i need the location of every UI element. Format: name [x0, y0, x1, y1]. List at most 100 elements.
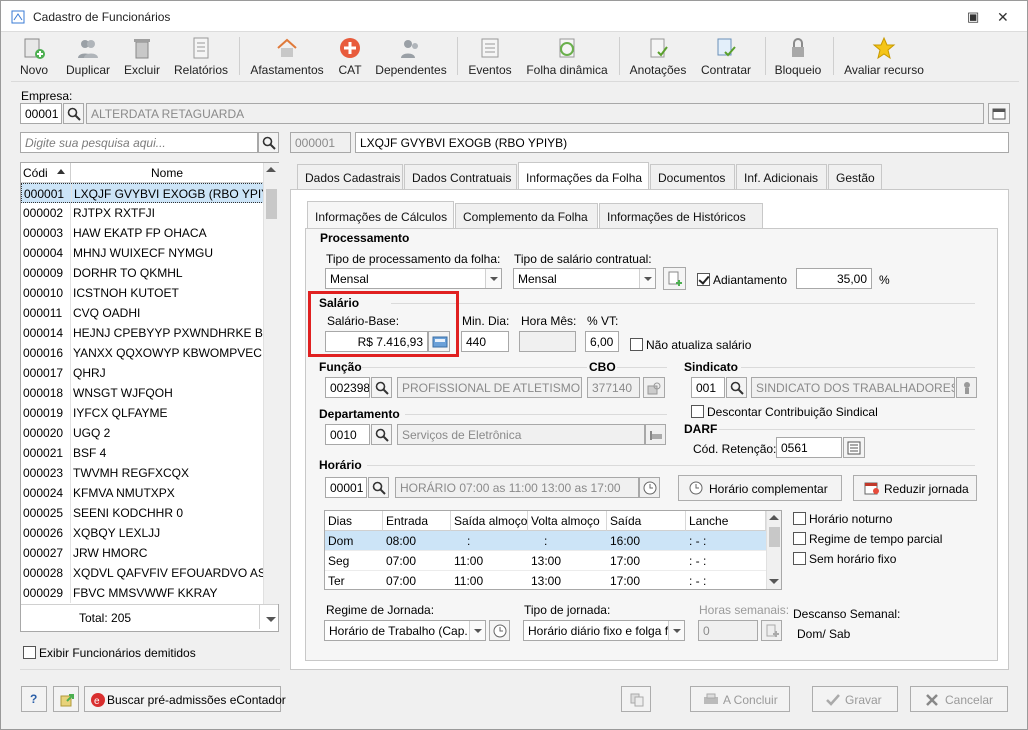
scroll-thumb[interactable]: [769, 527, 780, 547]
list-item[interactable]: 000016 YANXX QQXOWYP KBWOMPVEC A: [21, 343, 264, 363]
tipo-jornada-select[interactable]: Horário diário fixo e folga f: [523, 620, 685, 641]
grid-cell-entrada[interactable]: 07:00: [383, 571, 451, 589]
sindicato-code-input[interactable]: 001: [691, 377, 725, 398]
export-button[interactable]: [53, 686, 79, 712]
grid-cell-volta-almoco[interactable]: :: [528, 531, 607, 551]
tab-gestao[interactable]: Gestão: [828, 164, 882, 189]
vt-input[interactable]: 6,00: [585, 331, 619, 352]
eventos-button[interactable]: Eventos: [465, 33, 515, 79]
chevron-down-icon[interactable]: [469, 621, 485, 640]
grid-cell-saida[interactable]: 17:00: [607, 571, 686, 589]
grid-cell-dia[interactable]: Ter: [325, 571, 383, 589]
cat-button[interactable]: CAT: [333, 33, 367, 79]
column-name-header[interactable]: Nome: [151, 166, 183, 180]
tab-inf-adicionais[interactable]: Inf. Adicionais: [736, 164, 827, 189]
duplicar-button[interactable]: Duplicar: [63, 33, 113, 79]
list-item[interactable]: 000027 JRW HMORC: [21, 543, 264, 563]
cod-retencao-input[interactable]: 0561: [776, 437, 842, 458]
afastamentos-button[interactable]: Afastamentos: [247, 33, 327, 79]
regime-jornada-select[interactable]: Horário de Trabalho (Cap.: [324, 620, 486, 641]
departamento-search-button[interactable]: [371, 424, 392, 445]
scroll-thumb[interactable]: [266, 189, 277, 219]
tipo-processamento-select[interactable]: Mensal: [325, 268, 502, 289]
list-item[interactable]: 000024 KFMVA NMUTXPX: [21, 483, 264, 503]
sindicato-search-button[interactable]: [726, 377, 747, 398]
list-item[interactable]: 000001 LXQJF GVYBVI EXOGB (RBO YPIYB): [21, 183, 264, 203]
list-scrollbar[interactable]: [263, 163, 279, 604]
tab-informacoes-da-folha[interactable]: Informações da Folha: [518, 162, 649, 189]
list-item[interactable]: 000020 UGQ 2: [21, 423, 264, 443]
restore-icon[interactable]: ▣: [967, 9, 979, 25]
bloqueio-button[interactable]: Bloqueio: [771, 33, 825, 79]
list-item[interactable]: 000029 FBVC MMSVWWF KKRAY: [21, 583, 264, 603]
tipo-salario-select[interactable]: Mensal: [513, 268, 656, 289]
grid-cell-lanche[interactable]: : - :: [686, 551, 766, 571]
horario-complementar-button[interactable]: Horário complementar: [678, 475, 842, 501]
grid-cell-saida[interactable]: 17:00: [607, 551, 686, 571]
employee-name-input[interactable]: LXQJF GVYBVI EXOGB (RBO YPIYB): [355, 132, 1009, 153]
sem-horario-fixo-checkbox[interactable]: [793, 552, 806, 565]
list-item[interactable]: 000018 WNSGT WJFQOH: [21, 383, 264, 403]
adiantamento-input[interactable]: 35,00: [796, 268, 872, 289]
descontar-contribuicao-checkbox[interactable]: [691, 405, 704, 418]
subtab-informacoes-de-calculos[interactable]: Informações de Cálculos: [307, 201, 454, 228]
tab-dados-cadastrais[interactable]: Dados Cadastrais: [297, 164, 403, 189]
subtab-informacoes-historicos[interactable]: Informações de Históricos: [599, 203, 763, 228]
chevron-down-icon[interactable]: [668, 621, 684, 640]
column-code-header[interactable]: Códi: [23, 166, 48, 180]
list-item[interactable]: 000010 ICSTNOH KUTOET: [21, 283, 264, 303]
list-item[interactable]: 000004 MHNJ WUIXECF NYMGU: [21, 243, 264, 263]
list-item[interactable]: 000028 XQDVL QAFVFIV EFOUARDVO AST U: [21, 563, 264, 583]
table-row[interactable]: Dom 08:00::16:00: - :: [325, 531, 766, 551]
buscar-pre-admissoes-button[interactable]: e Buscar pré-admissões eContador: [84, 686, 286, 712]
grid-cell-saida[interactable]: 16:00: [607, 531, 686, 551]
list-item[interactable]: 000021 BSF 4: [21, 443, 264, 463]
chevron-down-icon[interactable]: [639, 269, 655, 288]
reduzir-jornada-button[interactable]: Reduzir jornada: [853, 475, 977, 501]
excluir-button[interactable]: Excluir: [119, 33, 165, 79]
grid-cell-entrada[interactable]: 07:00: [383, 551, 451, 571]
adiantamento-checkbox[interactable]: [697, 273, 710, 286]
grid-cell-saida-almoco[interactable]: 11:00: [451, 571, 528, 589]
dependentes-button[interactable]: Dependentes: [373, 33, 449, 79]
contratar-button[interactable]: Contratar: [695, 33, 757, 79]
novo-button[interactable]: Novo: [11, 33, 57, 79]
folha-dinamica-button[interactable]: Folha dinâmica: [521, 33, 613, 79]
regime-jornada-clock-button[interactable]: [489, 620, 510, 641]
list-item[interactable]: 000014 HEJNJ CPEBYYP PXWNDHRKE BTB J: [21, 323, 264, 343]
grid-cell-lanche[interactable]: : - :: [686, 531, 766, 551]
grid-cell-dia[interactable]: Dom: [325, 531, 383, 551]
list-item[interactable]: 000002 RJTPX RXTFJI: [21, 203, 264, 223]
subtab-complemento-da-folha[interactable]: Complemento da Folha: [455, 203, 598, 228]
grid-cell-volta-almoco[interactable]: 13:00: [528, 551, 607, 571]
grid-cell-saida-almoco[interactable]: 11:00: [451, 551, 528, 571]
scroll-up-icon[interactable]: [266, 167, 276, 172]
horario-code-input[interactable]: 00001: [325, 477, 367, 498]
relatorios-button[interactable]: Relatórios: [171, 33, 231, 79]
list-item[interactable]: 000017 QHRJ: [21, 363, 264, 383]
grid-cell-lanche[interactable]: : - :: [686, 571, 766, 589]
tab-documentos[interactable]: Documentos: [650, 164, 735, 189]
cod-retencao-list-button[interactable]: [843, 437, 865, 458]
list-item[interactable]: 000011 CVQ OADHI: [21, 303, 264, 323]
list-item[interactable]: 000019 IYFCX QLFAYME: [21, 403, 264, 423]
min-dia-input[interactable]: 440: [461, 331, 509, 352]
horario-clock-button[interactable]: [639, 477, 660, 498]
show-dismissed-checkbox[interactable]: [23, 646, 36, 659]
avaliar-recurso-button[interactable]: Avaliar recurso: [841, 33, 927, 79]
regime-tempo-parcial-checkbox[interactable]: [793, 532, 806, 545]
scroll-down-icon[interactable]: [769, 579, 779, 584]
departamento-lookup-button[interactable]: [645, 424, 666, 445]
employee-search-button[interactable]: [258, 132, 279, 153]
grid-cell-volta-almoco[interactable]: 13:00: [528, 571, 607, 589]
grid-cell-entrada[interactable]: 08:00: [383, 531, 451, 551]
empresa-window-button[interactable]: [988, 103, 1010, 124]
list-item[interactable]: 000003 HAW EKATP FP OHACA: [21, 223, 264, 243]
list-item[interactable]: 000009 DORHR TO QKMHL: [21, 263, 264, 283]
grid-scrollbar[interactable]: [766, 511, 781, 589]
scroll-down-icon[interactable]: [266, 617, 276, 622]
empresa-code-input[interactable]: 00001: [20, 103, 62, 124]
add-salary-type-button[interactable]: [663, 267, 686, 290]
horario-noturno-checkbox[interactable]: [793, 512, 806, 525]
list-item[interactable]: 000025 SEENI KODCHHR 0: [21, 503, 264, 523]
